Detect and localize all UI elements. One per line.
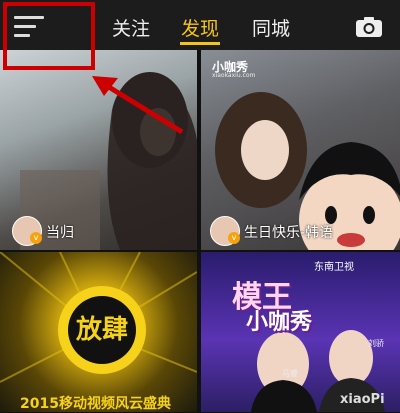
host-name: 刘骄 bbox=[368, 339, 384, 348]
highlight-box bbox=[3, 2, 95, 70]
site-watermark: xiaoPi bbox=[340, 392, 385, 407]
tv-channel-logo: 东南卫视 bbox=[314, 262, 354, 273]
pointer-arrow-icon bbox=[92, 76, 184, 135]
tab-follow[interactable]: 关注 bbox=[112, 14, 150, 41]
verified-badge-icon: v bbox=[228, 232, 240, 244]
watermark-url: xiaokaxiu.com bbox=[212, 72, 256, 79]
verified-badge-icon: v bbox=[30, 232, 42, 244]
camera-icon[interactable] bbox=[355, 16, 383, 38]
video-caption: 2015移动视频风云盛典 bbox=[20, 396, 171, 412]
show-title-bottom: 小咖秀 bbox=[246, 310, 313, 335]
event-logo: 放肆 bbox=[68, 296, 136, 364]
tab-nearby[interactable]: 同城 bbox=[252, 14, 290, 41]
username[interactable]: 当归 bbox=[46, 222, 74, 242]
username[interactable]: 生日快乐-韩语 bbox=[244, 222, 333, 242]
active-tab-indicator bbox=[180, 42, 220, 45]
tab-discover[interactable]: 发现 bbox=[181, 14, 219, 41]
host-name: 马睿 bbox=[282, 369, 298, 378]
